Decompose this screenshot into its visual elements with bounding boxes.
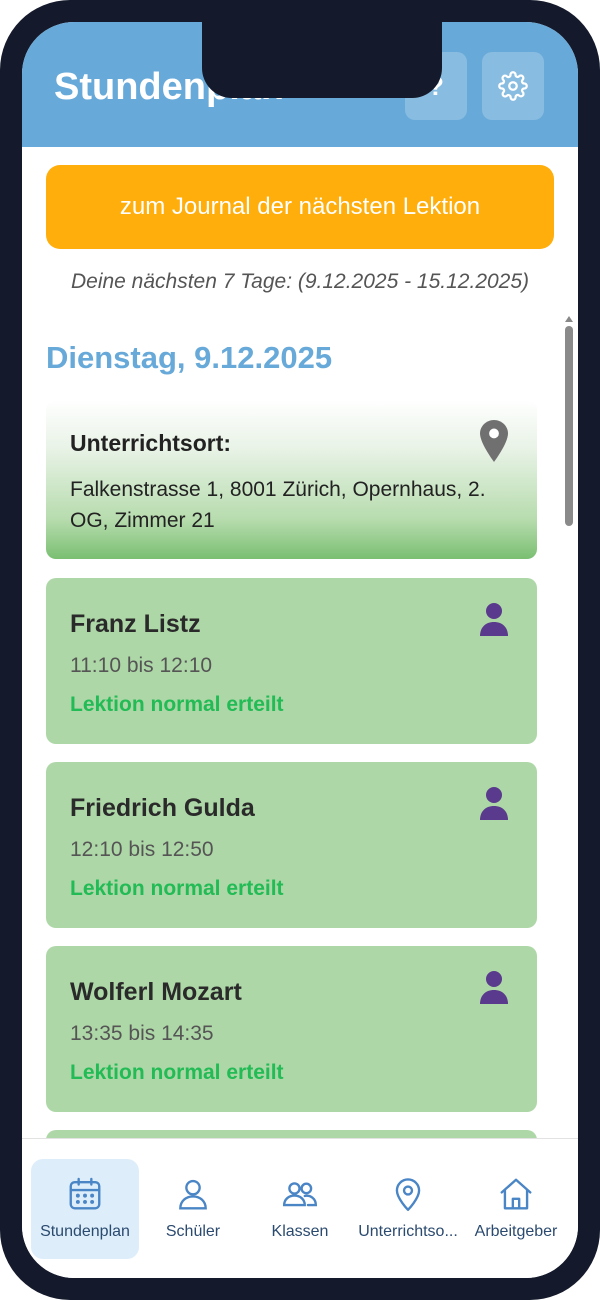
calendar-icon [69,1177,101,1210]
student-name: Wolferl Mozart [70,978,242,1006]
map-pin-icon [395,1178,421,1212]
nav-label: Unterrichtso... [358,1223,458,1240]
nav-label: Stundenplan [40,1223,130,1240]
nav-label: Arbeitgeber [474,1223,558,1240]
date-range-text: Deine nächsten 7 Tage: (9.12.2025 - 15.1… [70,270,530,293]
bottom-navigation: Stundenplan Schüler Klassen Unterrichtso… [22,1138,578,1278]
lesson-status: Lektion normal erteilt [70,1061,284,1084]
person-icon [480,971,508,1004]
lesson-card[interactable]: Friedrich Gulda 12:10 bis 12:50 Lektion … [46,762,537,928]
lesson-status: Lektion normal erteilt [70,877,284,900]
scroll-up-arrow-icon[interactable] [565,316,573,322]
location-card[interactable]: Unterrichtsort: Falkenstrasse 1, 8001 Zü… [46,400,537,559]
nav-label: Schüler [165,1223,221,1240]
lesson-time: 11:10 bis 12:10 [70,654,213,677]
location-address: Falkenstrasse 1, 8001 Zürich, Opernhaus,… [70,478,486,532]
settings-button[interactable] [482,52,544,120]
users-icon [282,1182,318,1207]
nav-item-unterrichtsorte[interactable]: Unterrichtso... [354,1159,462,1259]
scrollbar[interactable] [564,316,574,526]
person-icon [480,787,508,820]
location-label: Unterrichtsort: [70,430,232,456]
student-name: Friedrich Gulda [70,794,255,822]
gear-icon [498,71,528,101]
app-screen: Stundenplan ? zum Journal der nächsten L… [22,22,578,1278]
lesson-time: 13:35 bis 14:35 [70,1022,214,1045]
scrollbar-thumb[interactable] [565,326,573,526]
home-icon [500,1178,532,1210]
day-heading: Dienstag, 9.12.2025 [46,340,333,375]
nav-item-stundenplan[interactable]: Stundenplan [31,1159,139,1259]
nav-label: Klassen [271,1223,329,1240]
lesson-card[interactable]: Franz Listz 11:10 bis 12:10 Lektion norm… [46,578,537,744]
lesson-time: 12:10 bis 12:50 [70,838,214,861]
map-pin-icon[interactable] [480,420,508,462]
next-lesson-journal-button[interactable]: zum Journal der nächsten Lektion [46,165,554,249]
person-icon [480,603,508,636]
nav-item-klassen[interactable]: Klassen [246,1159,354,1259]
lesson-status: Lektion normal erteilt [70,693,284,716]
nav-item-schueler[interactable]: Schüler [139,1159,247,1259]
student-name: Franz Listz [70,610,201,638]
nav-item-arbeitgeber[interactable]: Arbeitgeber [462,1159,570,1259]
user-icon [179,1179,207,1210]
lesson-card[interactable]: Wolferl Mozart 13:35 bis 14:35 Lektion n… [46,946,537,1112]
phone-notch [202,22,442,98]
